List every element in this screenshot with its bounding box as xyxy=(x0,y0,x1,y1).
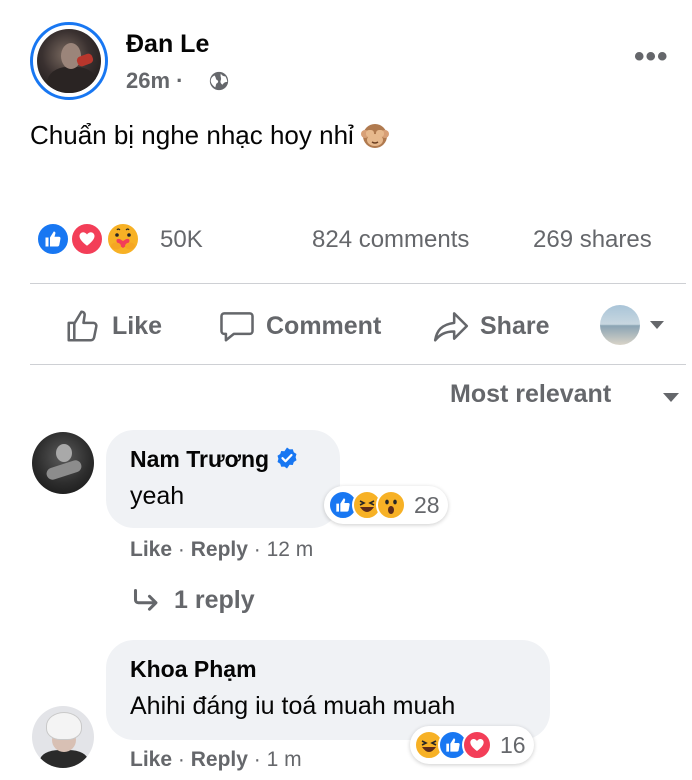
wow-reaction-icon xyxy=(376,490,406,520)
reply-arrow-icon xyxy=(133,588,158,611)
comment-button-label: Comment xyxy=(266,311,382,340)
divider xyxy=(30,364,686,365)
post-text: Chuẩn bị nghe nhạc hoy nhỉ xyxy=(30,120,390,151)
author-avatar[interactable] xyxy=(30,22,108,100)
reactions-summary[interactable] xyxy=(36,222,146,258)
more-options-icon[interactable]: ••• xyxy=(634,42,669,72)
comment-reaction-count: 16 xyxy=(500,731,526,758)
commenter-avatar[interactable] xyxy=(32,706,94,768)
author-name[interactable]: Đan Le xyxy=(126,30,209,59)
react-as-selector[interactable] xyxy=(600,305,664,345)
comments-count[interactable]: 824 comments xyxy=(312,226,469,254)
comment-reply-link[interactable]: Reply xyxy=(191,538,248,561)
commenter-name-text[interactable]: Nam Trương xyxy=(130,446,269,472)
post-text-content: Chuẩn bị nghe nhạc hoy nhỉ xyxy=(30,120,354,150)
current-user-avatar xyxy=(600,305,640,345)
love-reaction-icon xyxy=(70,222,104,256)
comment-time[interactable]: 12 m xyxy=(267,538,314,561)
view-replies-link[interactable]: 1 reply xyxy=(132,586,255,615)
time-separator: · xyxy=(176,68,184,93)
chevron-down-icon xyxy=(650,321,664,329)
thumbs-up-icon xyxy=(67,310,98,342)
comment-button[interactable]: Comment xyxy=(218,306,381,346)
comment-sort-dropdown[interactable]: Most relevant xyxy=(450,380,611,409)
comment-time[interactable]: 1 m xyxy=(267,748,302,771)
post-time-text[interactable]: 26m xyxy=(126,68,170,93)
comment-reactions[interactable]: 28 xyxy=(324,486,448,524)
commenter-avatar[interactable] xyxy=(32,432,94,494)
meta-separator: · xyxy=(253,748,261,771)
meta-separator: · xyxy=(253,538,261,561)
meta-separator: · xyxy=(177,748,185,771)
love-reaction-icon xyxy=(462,730,492,760)
see-no-evil-monkey-icon xyxy=(360,124,389,148)
comment-bubble: Nam Trương yeah xyxy=(106,430,340,528)
comment-text: yeah xyxy=(130,482,185,510)
comment-meta: Like · Reply · 1 m xyxy=(130,748,302,772)
comment-reactions[interactable]: 16 xyxy=(410,726,534,764)
comment-reaction-count: 28 xyxy=(414,491,440,518)
commenter-name[interactable]: Nam Trương xyxy=(130,446,299,473)
view-replies-label: 1 reply xyxy=(174,586,255,614)
comment-like-link[interactable]: Like xyxy=(130,538,172,561)
share-icon xyxy=(433,312,469,342)
comment-bubble: Khoa Phạm Ahihi đáng iu toá muah muah xyxy=(106,640,550,740)
comment-text: Ahihi đáng iu toá muah muah xyxy=(130,692,456,720)
comment-reply-link[interactable]: Reply xyxy=(191,748,248,771)
like-button[interactable]: Like xyxy=(64,306,162,346)
globe-icon[interactable] xyxy=(208,70,230,92)
like-button-label: Like xyxy=(112,311,163,340)
divider xyxy=(30,283,686,284)
meta-separator: · xyxy=(177,538,185,561)
author-avatar-image xyxy=(37,29,101,93)
comment-meta: Like · Reply · 12 m xyxy=(130,538,313,562)
comment-icon xyxy=(220,312,254,342)
reaction-count[interactable]: 50K xyxy=(160,226,203,254)
chevron-down-icon[interactable] xyxy=(663,393,679,402)
commenter-name[interactable]: Khoa Phạm xyxy=(130,656,257,683)
verified-badge-icon xyxy=(277,447,297,469)
share-button-label: Share xyxy=(480,311,550,340)
care-reaction-icon xyxy=(106,222,140,256)
shares-count[interactable]: 269 shares xyxy=(533,226,652,254)
post-time[interactable]: 26m · xyxy=(126,68,184,94)
share-button[interactable]: Share xyxy=(432,306,549,346)
like-reaction-icon xyxy=(36,222,70,256)
comment-like-link[interactable]: Like xyxy=(130,748,172,771)
